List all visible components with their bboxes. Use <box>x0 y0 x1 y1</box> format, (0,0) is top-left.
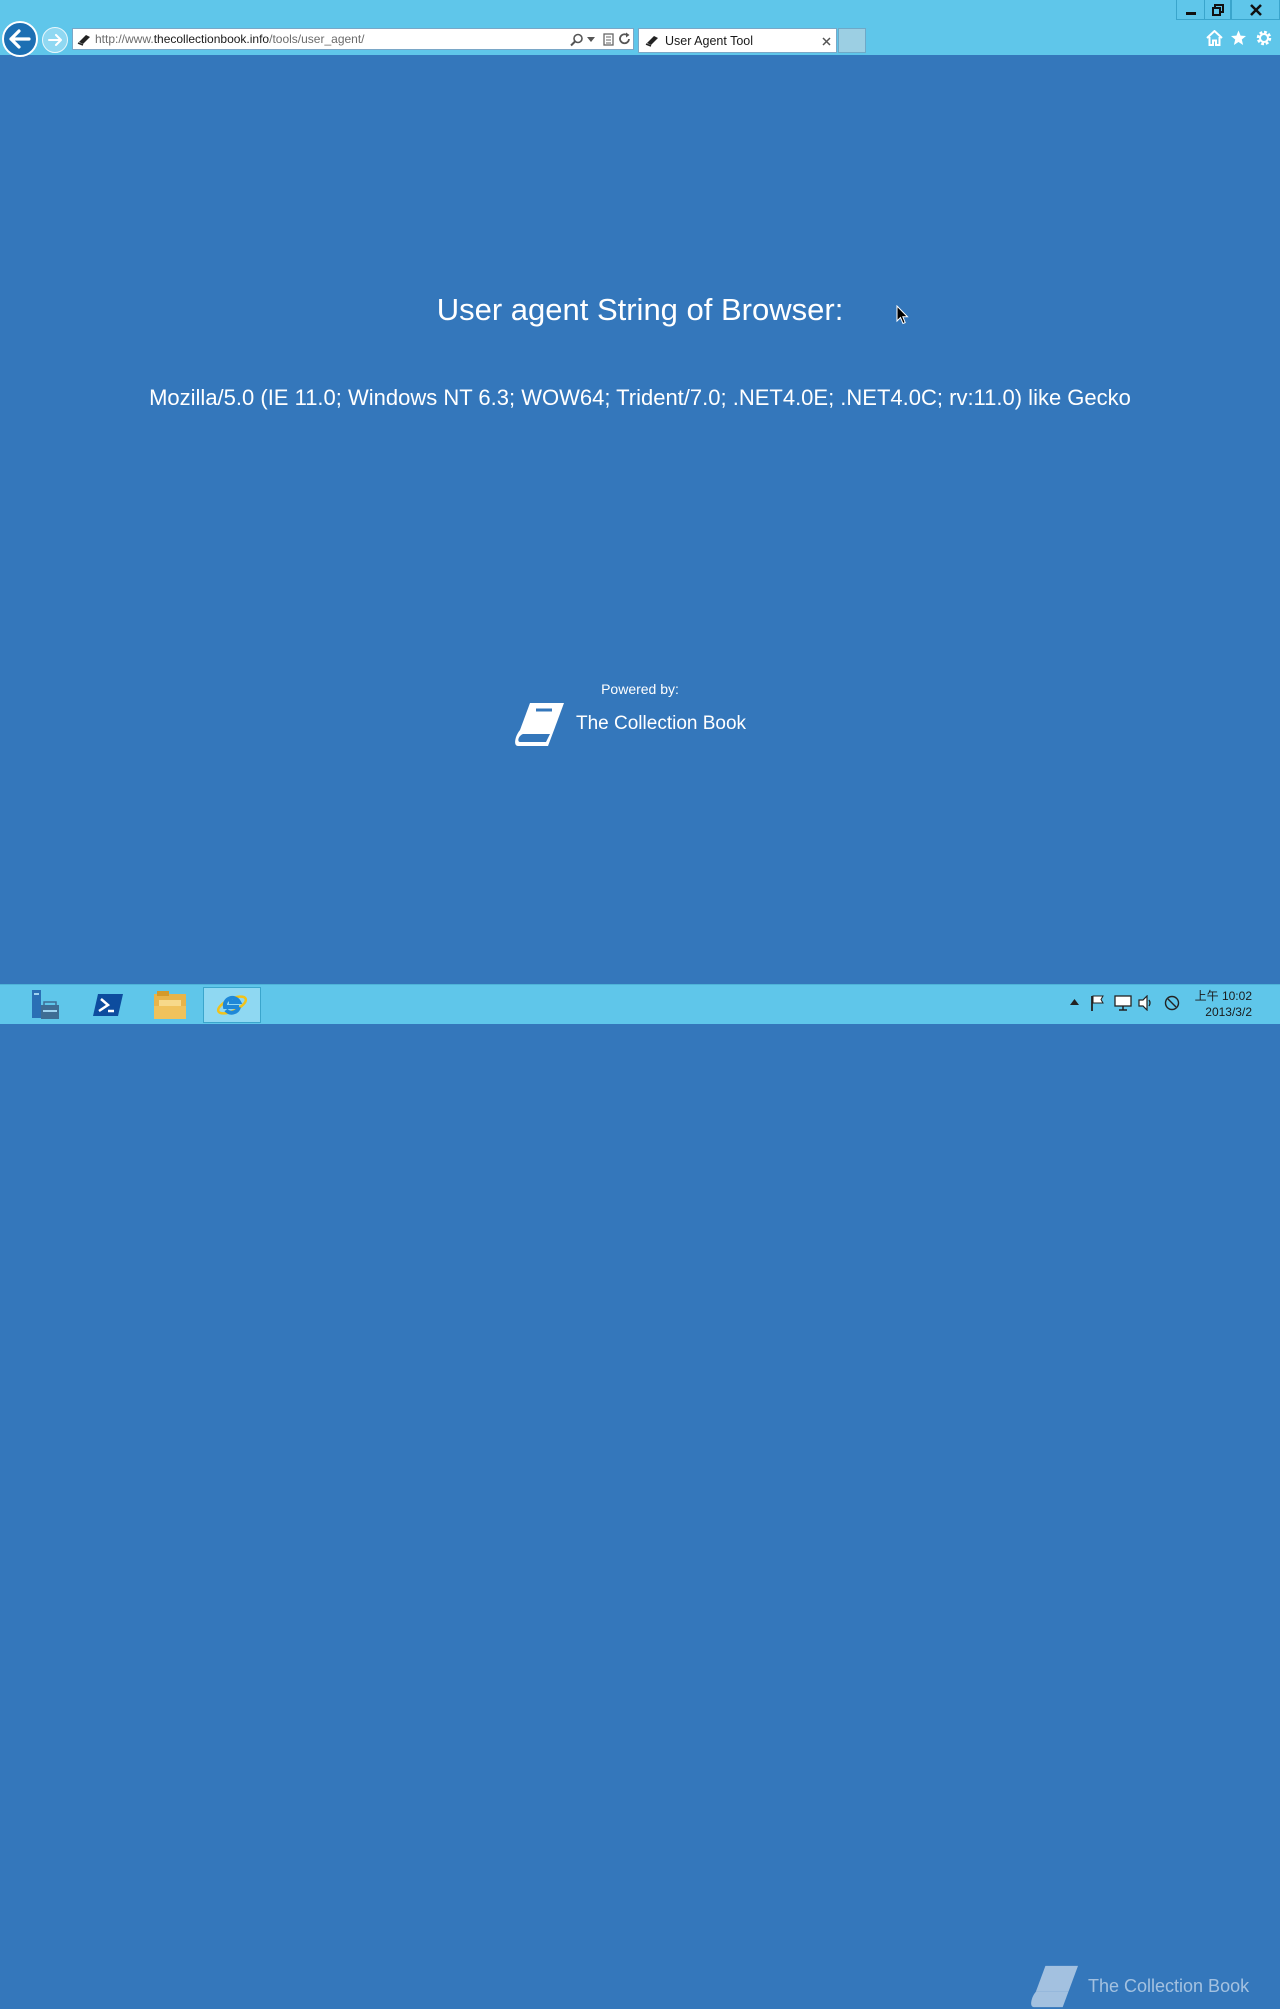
action-center-flag-icon[interactable] <box>1090 995 1104 1011</box>
address-bar[interactable]: http://www.thecollectionbook.info/tools/… <box>72 28 634 50</box>
tab-user-agent-tool[interactable]: User Agent Tool <box>638 28 837 53</box>
compatibility-view-icon[interactable] <box>603 33 614 46</box>
site-favicon-icon <box>77 35 90 46</box>
mouse-cursor-icon <box>896 305 909 325</box>
taskbar-internet-explorer[interactable] <box>203 987 261 1023</box>
folder-icon <box>154 991 186 1019</box>
address-url: http://www.thecollectionbook.info/tools/… <box>95 32 365 46</box>
new-tab-button[interactable] <box>838 28 866 53</box>
powershell-icon <box>93 994 123 1016</box>
warning-status-icon[interactable] <box>1164 995 1180 1011</box>
back-button[interactable] <box>2 21 38 57</box>
taskbar-powershell[interactable] <box>79 987 137 1023</box>
book-logo-icon <box>515 703 564 746</box>
volume-icon[interactable] <box>1138 995 1154 1011</box>
brand-link[interactable]: The Collection Book <box>514 700 746 748</box>
close-icon <box>1249 3 1262 16</box>
minimize-button[interactable] <box>1176 0 1205 20</box>
settings-gear-icon[interactable] <box>1255 29 1273 47</box>
tab-title: User Agent Tool <box>665 33 754 48</box>
close-tab-icon[interactable] <box>822 37 831 46</box>
browser-chrome: http://www.thecollectionbook.info/tools/… <box>0 0 1280 57</box>
forward-button[interactable] <box>42 27 68 53</box>
back-arrow-icon <box>9 29 31 49</box>
show-hidden-icons-icon[interactable] <box>1070 999 1079 1005</box>
network-icon[interactable] <box>1114 995 1132 1011</box>
search-icon[interactable] <box>570 33 584 47</box>
user-agent-string: Mozilla/5.0 (IE 11.0; Windows NT 6.3; WO… <box>149 385 1131 410</box>
system-clock[interactable]: 上午 10:02 2013/3/2 <box>1195 988 1252 1020</box>
home-icon[interactable] <box>1206 30 1223 46</box>
restore-icon <box>1211 3 1224 16</box>
favorites-star-icon[interactable] <box>1230 30 1247 46</box>
watermark: The Collection Book <box>1030 1963 1249 2009</box>
watermark-text: The Collection Book <box>1088 1975 1250 1996</box>
taskbar: The Collection Book 上午 10:02 2013/3/2 <box>0 984 1280 2008</box>
clock-time: 上午 10:02 <box>1194 989 1252 1003</box>
close-window-button[interactable] <box>1231 0 1280 20</box>
refresh-icon[interactable] <box>618 32 632 46</box>
tab-favicon-icon <box>645 36 658 47</box>
taskbar-file-explorer[interactable] <box>141 987 199 1023</box>
internet-explorer-icon <box>216 995 248 1015</box>
page-heading: User agent String of Browser: <box>436 292 844 327</box>
dropdown-arrow-icon[interactable] <box>587 37 595 42</box>
forward-arrow-icon <box>48 34 62 46</box>
minimize-icon <box>1185 11 1196 15</box>
restore-button[interactable] <box>1204 0 1231 20</box>
brand-name: The Collection Book <box>576 713 747 734</box>
watermark-book-icon <box>1031 1965 1078 2008</box>
powered-by-label: Powered by: <box>601 681 679 697</box>
taskbar-server-manager[interactable] <box>16 987 74 1023</box>
clock-date: 2013/3/2 <box>1205 1005 1252 1019</box>
server-manager-icon <box>32 990 59 1019</box>
